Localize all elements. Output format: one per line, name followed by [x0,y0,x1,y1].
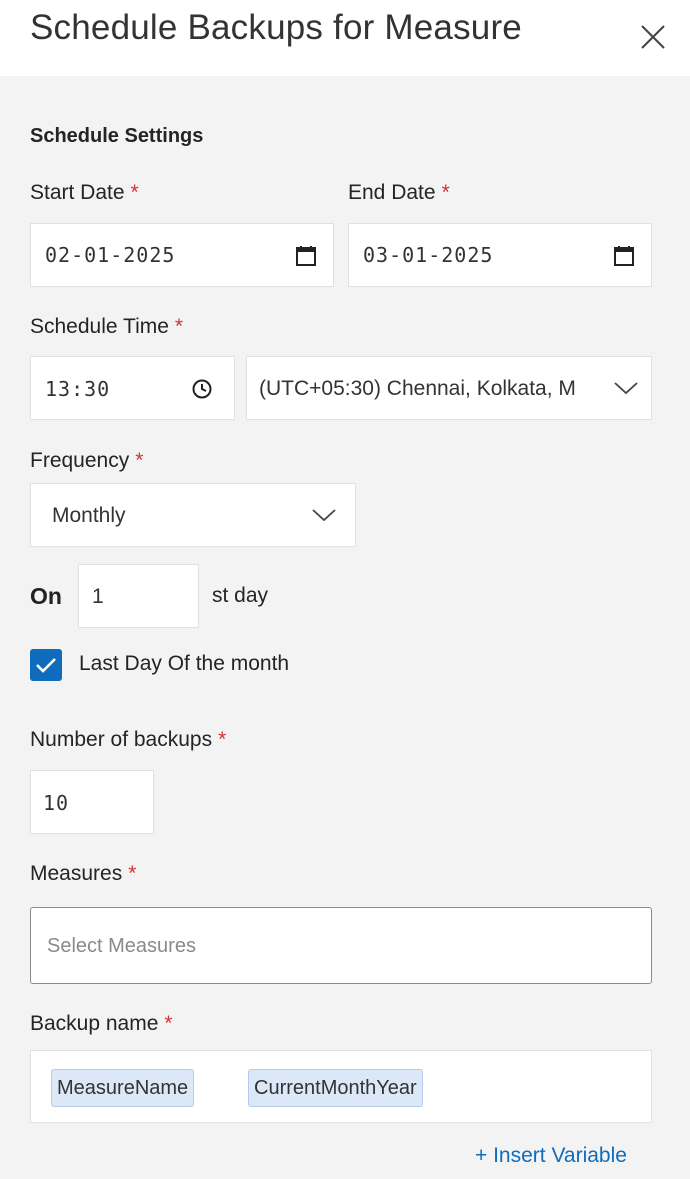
backup-name-label: Backup name * [30,1012,173,1036]
num-backups-value: 10 [43,791,70,815]
calendar-icon[interactable] [613,245,635,272]
end-date-label: End Date * [348,181,450,205]
backup-name-label-text: Backup name [30,1012,159,1035]
required-marker: * [218,728,227,751]
end-date-value: 03-01-2025 [363,243,494,267]
day-suffix: st day [212,584,269,607]
measures-select[interactable]: Select Measures [30,907,652,984]
section-title: Schedule Settings [30,125,204,147]
frequency-select[interactable]: Monthly [30,483,356,547]
day-input[interactable]: 1 [78,564,199,628]
schedule-time-value: 13:30 [45,377,111,401]
start-date-label-text: Start Date [30,181,125,204]
frequency-label: Frequency * [30,449,143,473]
calendar-icon[interactable] [295,245,317,272]
variable-chip-current-month-year[interactable]: CurrentMonthYear [248,1069,423,1107]
start-date-label: Start Date * [30,181,139,205]
end-date-label-text: End Date [348,181,436,204]
schedule-time-label-text: Schedule Time [30,315,169,338]
num-backups-input[interactable]: 10 [30,770,154,834]
start-date-value: 02-01-2025 [45,243,176,267]
required-marker: * [441,181,450,204]
last-day-label: Last Day Of the month [79,652,290,675]
start-date-input[interactable]: 02-01-2025 [30,223,334,287]
frequency-label-text: Frequency [30,449,130,472]
required-marker: * [135,449,144,472]
clock-icon[interactable] [191,378,213,405]
dialog-title: Schedule Backups for Measure [30,8,522,47]
checkmark-icon [36,658,56,673]
measures-label: Measures * [30,862,136,886]
num-backups-label: Number of backups * [30,728,226,752]
schedule-time-label: Schedule Time * [30,315,183,339]
on-label: On [30,583,62,609]
dialog-header: Schedule Backups for Measure [0,0,690,76]
schedule-time-input[interactable]: 13:30 [30,356,235,420]
required-marker: * [130,181,139,204]
insert-variable-link[interactable]: + Insert Variable [475,1144,627,1168]
measures-placeholder: Select Measures [47,935,196,957]
close-icon[interactable] [636,20,670,54]
required-marker: * [128,862,137,885]
chevron-down-icon[interactable] [311,506,337,529]
day-value: 1 [92,585,104,608]
timezone-select[interactable]: (UTC+05:30) Chennai, Kolkata, M [246,356,652,420]
timezone-value: (UTC+05:30) Chennai, Kolkata, M [259,377,576,400]
measures-label-text: Measures [30,862,123,885]
required-marker: * [164,1012,173,1035]
last-day-checkbox[interactable] [30,649,62,681]
chevron-down-icon[interactable] [613,379,639,402]
backup-name-input[interactable]: MeasureName CurrentMonthYear [30,1050,652,1123]
required-marker: * [174,315,184,338]
num-backups-label-text: Number of backups [30,728,213,751]
frequency-value: Monthly [52,504,126,527]
variable-chip-measure-name[interactable]: MeasureName [51,1069,195,1107]
end-date-input[interactable]: 03-01-2025 [348,223,652,287]
